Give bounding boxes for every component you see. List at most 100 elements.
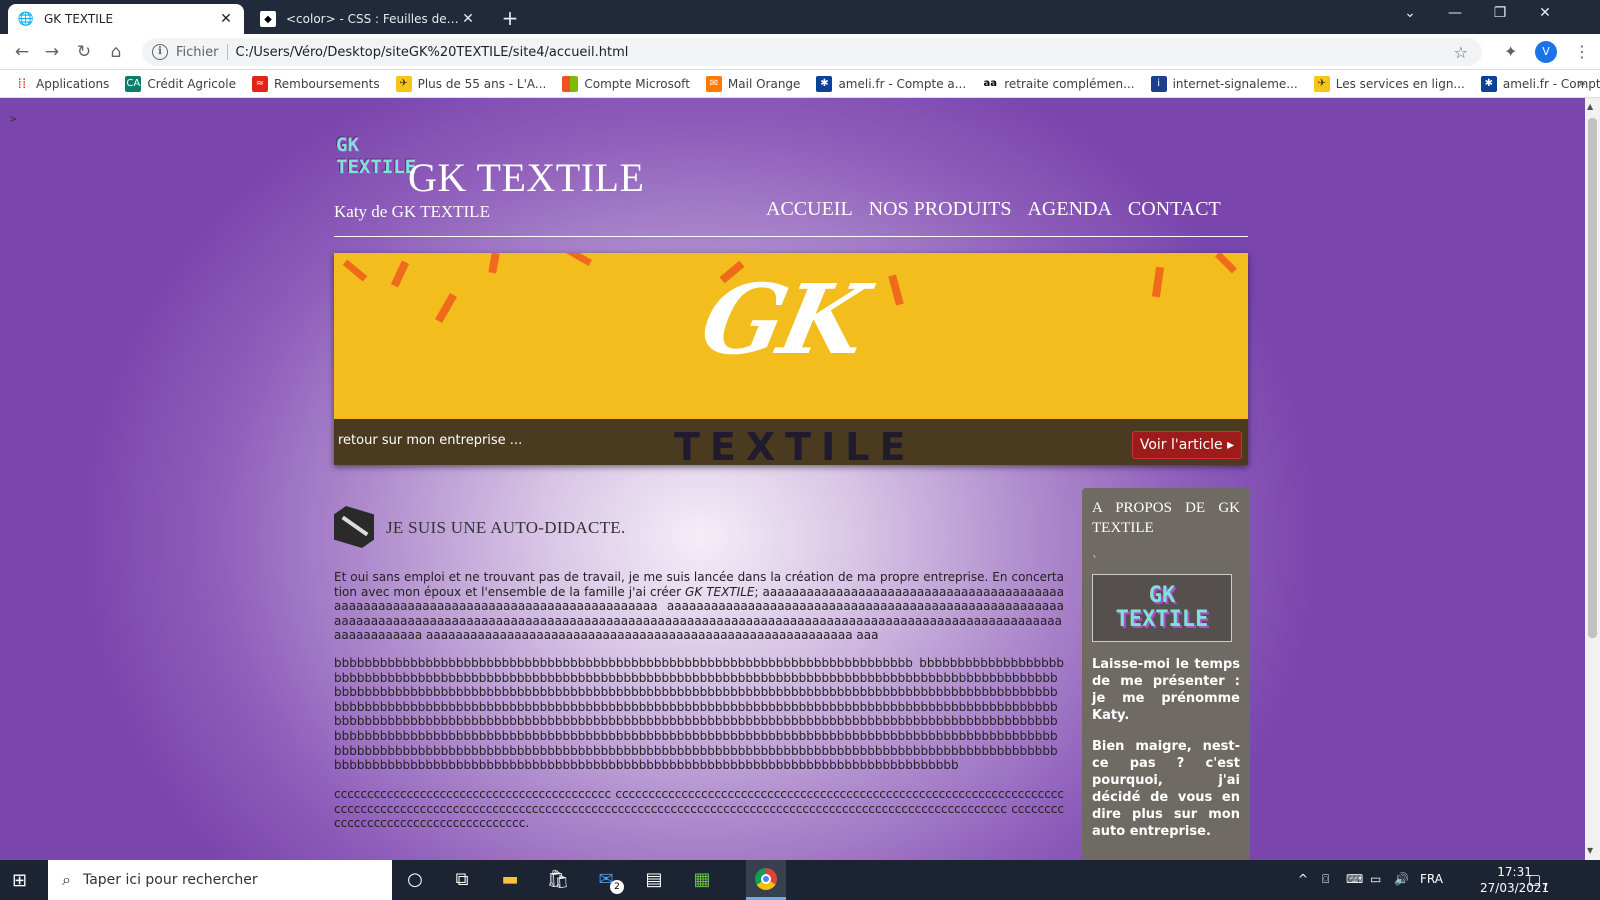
scrollbar-thumb[interactable] [1588,118,1597,638]
services-icon: ✈ [1313,75,1330,92]
banner-caption: retour sur mon entreprise ... [338,433,523,448]
confetti [488,253,500,274]
bookmark-remboursements[interactable]: ≈ Remboursements [251,75,380,92]
reload-icon[interactable]: ↻ [72,40,96,64]
sidebar-paragraph-2: Bien maigre, nest-ce pas ? c'est pourquo… [1092,739,1240,839]
browser-toolbar: ← → ↻ ⌂ i Fichier C:/Users/Véro/Desktop/… [0,34,1600,70]
tab-search-icon[interactable]: ⌄ [1395,5,1425,21]
confetti [435,293,457,323]
tab-gk-textile[interactable]: 🌐 GK TEXTILE ✕ [8,4,244,34]
site-subtitle: Katy de GK TEXTILE [334,202,490,221]
menu-kebab-icon[interactable]: ⋮ [1574,42,1590,61]
scroll-down-icon[interactable]: ▼ [1587,846,1593,855]
confetti [888,274,904,306]
minimize-button[interactable]: — [1440,5,1470,21]
bookmark-label: retraite complémen... [1004,76,1135,91]
taskbar-search-placeholder: Taper ici pour rechercher [82,872,258,888]
tab-mdn-color[interactable]: ◆ <color> - CSS : Feuilles de style en c… [250,4,486,34]
article-paragraph-3: cccccccccccccccccccccccccccccccccccccccc… [334,787,1064,831]
mail-orange-icon: ✉ [705,75,722,92]
plus55-icon: ✈ [395,75,412,92]
retraite-icon: aa [982,75,999,92]
bookmark-applications[interactable]: ⁞⁞ Applications [14,76,110,92]
bookmark-label: Les services en lign... [1335,76,1465,91]
close-window-button[interactable]: ✕ [1530,5,1560,21]
sidebar-tick: ` [1092,554,1098,568]
language-indicator[interactable]: FRA [1420,872,1443,886]
banner-caption-bar: TEXTILE retour sur mon entreprise ... Vo… [334,419,1248,465]
bookmark-plus55[interactable]: ✈ Plus de 55 ans - L'A... [395,75,546,92]
back-arrow-icon[interactable]: ← [10,40,34,64]
home-icon[interactable]: ⌂ [104,40,128,64]
quill-icon [334,506,374,548]
tab-title: <color> - CSS : Feuilles de style en cas… [286,12,460,26]
tray-chevron-icon[interactable]: ^ [1298,872,1308,886]
chrome-taskbar-button[interactable] [746,860,786,900]
close-tab-icon[interactable]: ✕ [218,11,234,27]
credit-agricole-icon: CA [125,75,142,92]
volume-icon[interactable]: 🔊 [1394,872,1409,886]
cortana-icon[interactable]: ○ [403,868,427,892]
address-bar[interactable]: i Fichier C:/Users/Véro/Desktop/siteGK%2… [142,38,1482,66]
hero-banner: GK TEXTILE retour sur mon entreprise ...… [334,253,1248,465]
nav-accueil[interactable]: ACCUEIL [766,198,853,221]
mdn-icon: ◆ [260,11,276,27]
profile-avatar[interactable]: V [1535,41,1557,63]
bookmark-mail-orange[interactable]: ✉ Mail Orange [705,75,801,92]
windows-start-icon[interactable]: ⊞ [12,870,27,891]
notification-icon[interactable]: ▢ [1528,872,1541,888]
address-separator [226,44,228,60]
article-title: JE SUIS UNE AUTO-DIDACTE. [386,518,626,537]
bookmark-ameli[interactable]: ✱ ameli.fr - Compte a... [816,75,966,92]
editor-app-icon[interactable]: ▤ [642,868,666,892]
camera-icon[interactable]: ⌼ [1322,872,1329,887]
windows-taskbar: ⊞ ⌕ Taper ici pour rechercher ○ ⧉ ▬ 🛍 ✉ … [0,860,1600,900]
confetti [1151,266,1165,298]
bookmark-services[interactable]: ✈ Les services en lign... [1313,75,1465,92]
site-logo[interactable]: GK TEXTILE [336,134,416,188]
scroll-up-icon[interactable]: ▲ [1587,102,1593,111]
bookmark-label: Applications [36,76,110,91]
notification-count: 7 [1542,882,1549,893]
voir-article-button[interactable]: Voir l'article ▸ [1132,431,1242,459]
bookmark-credit-agricole[interactable]: CA Crédit Agricole [125,75,236,92]
nav-nos-produits[interactable]: NOS PRODUITS [869,198,1012,221]
bookmark-compte-microsoft[interactable]: Compte Microsoft [562,75,690,92]
bookmark-internet-signalement[interactable]: i internet-signaleme... [1150,75,1298,92]
tab-title: GK TEXTILE [44,12,114,26]
url-text[interactable]: C:/Users/Véro/Desktop/siteGK%20TEXTILE/s… [236,45,629,60]
globe-icon: 🌐 [17,11,35,27]
restore-button[interactable]: ❐ [1485,5,1515,21]
file-explorer-icon[interactable]: ▬ [498,868,522,892]
bookmark-label: internet-signaleme... [1172,76,1298,91]
bookmarks-overflow-icon[interactable]: » [1577,76,1586,92]
nav-agenda[interactable]: AGENDA [1027,198,1111,221]
notepad-app-icon[interactable]: ▦ [690,868,714,892]
sidebar-paragraph-1: Laisse-moi le temps de me présenter : je… [1092,657,1240,723]
site-title: GK TEXTILE [408,155,645,200]
bookmark-star-icon[interactable]: ☆ [1454,43,1468,62]
confetti [342,259,368,282]
microsoft-icon [562,75,579,92]
forward-arrow-icon[interactable]: → [40,40,64,64]
extensions-icon[interactable]: ✦ [1504,42,1517,61]
scheme-label: Fichier [176,44,219,60]
bookmark-label: Mail Orange [727,76,801,91]
taskbar-search[interactable]: ⌕ Taper ici pour rechercher [48,860,392,900]
network-icon[interactable]: ▭ [1370,872,1381,886]
info-icon[interactable]: i [152,44,168,60]
close-tab-icon[interactable]: ✕ [460,11,476,27]
main-nav: ACCUEIL NOS PRODUITS AGENDA CONTACT [766,198,1221,221]
page-viewport: > GK TEXTILE GK TEXTILE Katy de GK TEXTIL… [0,98,1585,860]
nav-contact[interactable]: CONTACT [1128,198,1221,221]
brand-emphasis: GK TEXTILE [685,584,755,599]
new-tab-button[interactable]: + [498,6,522,30]
task-view-icon[interactable]: ⧉ [450,868,474,892]
bookmark-label: Compte Microsoft [584,76,690,91]
bookmark-retraite[interactable]: aa retraite complémen... [982,75,1135,92]
search-icon: ⌕ [62,870,71,889]
keyboard-icon[interactable]: ⌨ [1346,872,1363,886]
store-icon[interactable]: 🛍 [546,868,570,892]
banner-logo-gk: GK [691,263,874,376]
confetti [1215,253,1237,274]
